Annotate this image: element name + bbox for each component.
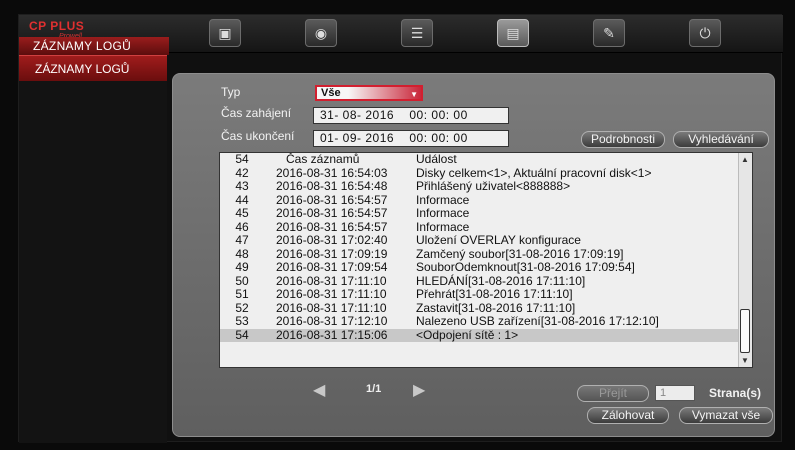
breadcrumb: ZÁZNAMY LOGŮ — [19, 37, 169, 55]
type-select[interactable]: Vše ▼ — [315, 85, 423, 101]
type-select-value: Vše — [321, 87, 341, 99]
next-page-icon[interactable]: ▶ — [413, 380, 425, 400]
row-event: Nalezeno USB zařízení[31-08-2016 17:12:1… — [416, 314, 659, 328]
row-num: 50 — [235, 273, 249, 288]
table-row[interactable]: 51 2016-08-31 17:11:10 Přehrát[31-08-2016 … — [220, 287, 752, 302]
row-event: Uložení OVERLAY konfigurace — [416, 233, 581, 247]
table-row[interactable]: 43 2016-08-31 16:54:48 Přihlášený uživatel… — [220, 179, 752, 194]
table-scrollbar[interactable]: ▲ ▼ — [738, 153, 752, 367]
row-num: 42 — [235, 165, 249, 180]
page-indicator: 1/1 — [366, 383, 382, 395]
start-time-label: Čas zahájení — [221, 106, 292, 120]
row-time: 2016-08-31 17:02:40 — [276, 233, 388, 247]
table-header: 54 Čas záznamů Událost — [220, 153, 752, 167]
log-panel: Typ Vše ▼ Čas zahájení 31- 08- 2016 00: … — [172, 73, 775, 437]
settings-icon[interactable]: ✎ — [593, 19, 625, 47]
table-row[interactable]: 47 2016-08-31 17:02:40 Uložení OVERLAY kon… — [220, 233, 752, 248]
table-row[interactable]: 49 2016-08-31 17:09:54 SouborOdemknout[31-… — [220, 260, 752, 275]
end-time-field[interactable]: 01- 09- 2016 00: 00: 00 — [313, 130, 509, 147]
row-num: 44 — [235, 192, 249, 207]
table-row[interactable]: 48 2016-08-31 17:09:19 Zamčený soubor[31-0… — [220, 246, 752, 262]
row-time: 2016-08-31 17:11:10 — [276, 287, 387, 301]
row-num: 43 — [235, 179, 249, 193]
row-event: Informace — [416, 206, 470, 220]
log-list-icon[interactable]: ▤ — [497, 19, 529, 47]
row-num: 51 — [235, 287, 249, 301]
row-time: 2016-08-31 16:54:03 — [276, 165, 388, 180]
table-row[interactable]: 45 2016-08-31 16:54:57 Informace — [220, 206, 752, 221]
brand-name: CP PLUS — [29, 19, 85, 33]
table-row-selected[interactable]: 54 2016-08-31 17:15:06 <Odpojení sítě : 1> — [220, 327, 752, 342]
row-num: 45 — [235, 206, 249, 220]
row-time: 2016-08-31 17:09:19 — [276, 246, 388, 261]
row-event: HLEDÁNÍ[31-08-2016 17:11:10] — [416, 273, 586, 288]
time-header: Čas záznamů — [286, 152, 360, 166]
search-button[interactable]: Vyhledávání — [673, 131, 769, 148]
type-label: Typ — [221, 85, 241, 99]
camera-icon[interactable]: ▣ — [209, 19, 241, 47]
sidebar: ZÁZNAMY LOGŮ — [19, 55, 167, 443]
table-row[interactable]: 46 2016-08-31 16:54:57 Informace — [220, 219, 752, 235]
clear-all-button[interactable]: Vymazat vše — [679, 407, 773, 424]
page-number-input[interactable]: 1 — [655, 385, 695, 401]
row-time: 2016-08-31 17:11:10 — [276, 300, 387, 315]
row-time: 2016-08-31 17:11:10 — [276, 273, 387, 288]
row-time: 2016-08-31 17:09:54 — [276, 260, 388, 274]
start-time-field[interactable]: 31- 08- 2016 00: 00: 00 — [313, 107, 509, 124]
row-time: 2016-08-31 16:54:57 — [276, 206, 388, 220]
main-menu-tabs: ▣ ◉ ☰ ▤ ✎ ⏻ — [209, 19, 785, 47]
row-event: Přihlášený uživatel<888888> — [416, 179, 571, 193]
table-row[interactable]: 52 2016-08-31 17:11:10 Zastavit[31-08-2016… — [220, 300, 752, 316]
row-time: 2016-08-31 17:15:06 — [276, 327, 388, 342]
goto-page-button[interactable]: Přejít — [577, 385, 649, 402]
end-time-label: Čas ukončení — [221, 129, 295, 143]
log-table: 54 Čas záznamů Událost 42 2016-08-31 16:5… — [219, 152, 753, 368]
row-event: Zamčený soubor[31-08-2016 17:09:19] — [416, 246, 624, 261]
chevron-down-icon: ▼ — [410, 90, 418, 99]
row-num: 49 — [235, 260, 249, 274]
page-unit-label: Strana(s) — [709, 386, 762, 400]
row-event: Zastavit[31-08-2016 17:11:10] — [416, 300, 576, 315]
table-row[interactable]: 53 2016-08-31 17:12:10 Nalezeno USB zaříze… — [220, 314, 752, 329]
details-button[interactable]: Podrobnosti — [581, 131, 665, 148]
table-row[interactable]: 44 2016-08-31 16:54:57 Informace — [220, 192, 752, 208]
dvr-screen: CP PLUS Prowell ZÁZNAMY LOGŮ ▣ ◉ ☰ ▤ ✎ ⏻… — [18, 14, 785, 443]
table-row[interactable]: 50 2016-08-31 17:11:10 HLEDÁNÍ[31-08-2016 … — [220, 273, 752, 289]
row-event: <Odpojení sítě : 1> — [416, 327, 519, 342]
count-header: 54 — [235, 152, 249, 166]
scroll-down-icon[interactable]: ▼ — [741, 356, 749, 365]
row-num: 46 — [235, 219, 249, 234]
table-row[interactable]: 42 2016-08-31 16:54:03 Disky celkem<1>, Ak… — [220, 165, 752, 181]
sidebar-item-logs[interactable]: ZÁZNAMY LOGŮ — [19, 55, 167, 81]
row-num: 47 — [235, 233, 249, 247]
row-num: 52 — [235, 300, 249, 315]
event-header: Událost — [416, 152, 457, 166]
video-icon[interactable]: ◉ — [305, 19, 337, 47]
row-num: 54 — [235, 327, 249, 342]
row-event: Informace — [416, 192, 470, 207]
scrollbar-thumb[interactable] — [740, 309, 750, 353]
scroll-up-icon[interactable]: ▲ — [741, 155, 749, 164]
prev-page-icon[interactable]: ◀ — [313, 380, 325, 400]
row-event: Přehrát[31-08-2016 17:11:10] — [416, 287, 573, 301]
row-time: 2016-08-31 17:12:10 — [276, 314, 388, 328]
row-event: Disky celkem<1>, Aktuální pracovní disk<… — [416, 165, 652, 180]
row-num: 48 — [235, 246, 249, 261]
row-event: Informace — [416, 219, 470, 234]
row-event: SouborOdemknout[31-08-2016 17:09:54] — [416, 260, 635, 274]
row-time: 2016-08-31 16:54:57 — [276, 219, 388, 234]
row-num: 53 — [235, 314, 249, 328]
top-bar: CP PLUS Prowell ZÁZNAMY LOGŮ ▣ ◉ ☰ ▤ ✎ ⏻ — [19, 15, 785, 55]
row-time: 2016-08-31 16:54:57 — [276, 192, 388, 207]
power-icon[interactable]: ⏻ — [689, 19, 721, 47]
storage-icon[interactable]: ☰ — [401, 19, 433, 47]
backup-button[interactable]: Zálohovat — [587, 407, 669, 424]
row-time: 2016-08-31 16:54:48 — [276, 179, 388, 193]
